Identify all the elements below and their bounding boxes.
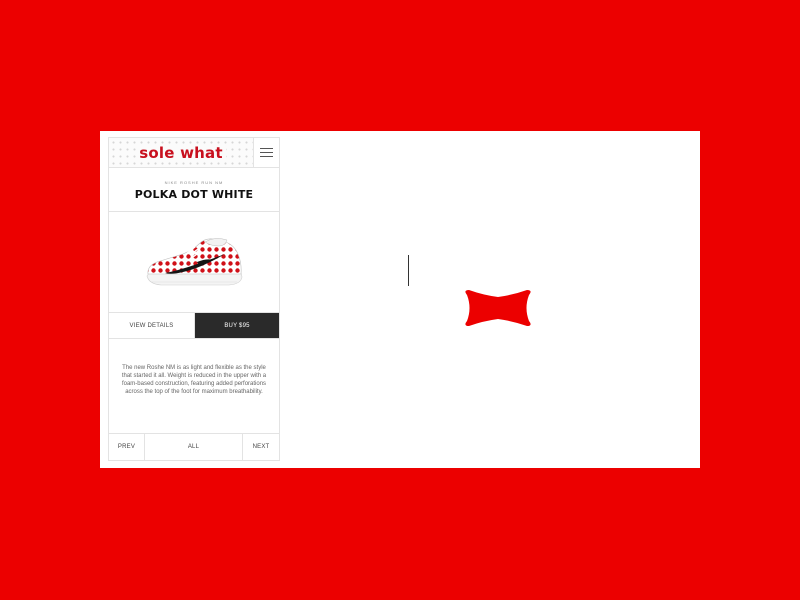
product-image [109, 212, 279, 312]
text-cursor [408, 255, 409, 286]
action-bar: VIEW DETAILS BUY $95 [109, 312, 279, 339]
product-model: NIKE ROSHE RUN NM [164, 180, 224, 185]
logo-text[interactable]: sole what [136, 143, 226, 162]
all-button[interactable]: ALL [145, 434, 242, 460]
stage: sole what NIKE ROSHE RUN NM POLKA DOT WH… [100, 131, 700, 468]
view-details-button[interactable]: VIEW DETAILS [109, 313, 195, 338]
next-button[interactable]: NEXT [242, 434, 279, 460]
mobile-frame: sole what NIKE ROSHE RUN NM POLKA DOT WH… [108, 137, 280, 461]
logo-area[interactable]: sole what [109, 138, 253, 167]
product-name: POLKA DOT WHITE [134, 188, 254, 201]
product-title-area: NIKE ROSHE RUN NM POLKA DOT WHITE [109, 168, 279, 212]
prev-button[interactable]: PREV [109, 434, 145, 460]
app-header: sole what [109, 138, 279, 168]
bow-tie-icon [465, 290, 531, 326]
buy-button[interactable]: BUY $95 [195, 313, 279, 338]
product-description: The new Roshe NM is as light and flexibl… [121, 365, 267, 395]
hamburger-icon[interactable] [253, 138, 279, 167]
pager: PREV ALL NEXT [109, 433, 279, 460]
sneaker-image [146, 238, 243, 286]
